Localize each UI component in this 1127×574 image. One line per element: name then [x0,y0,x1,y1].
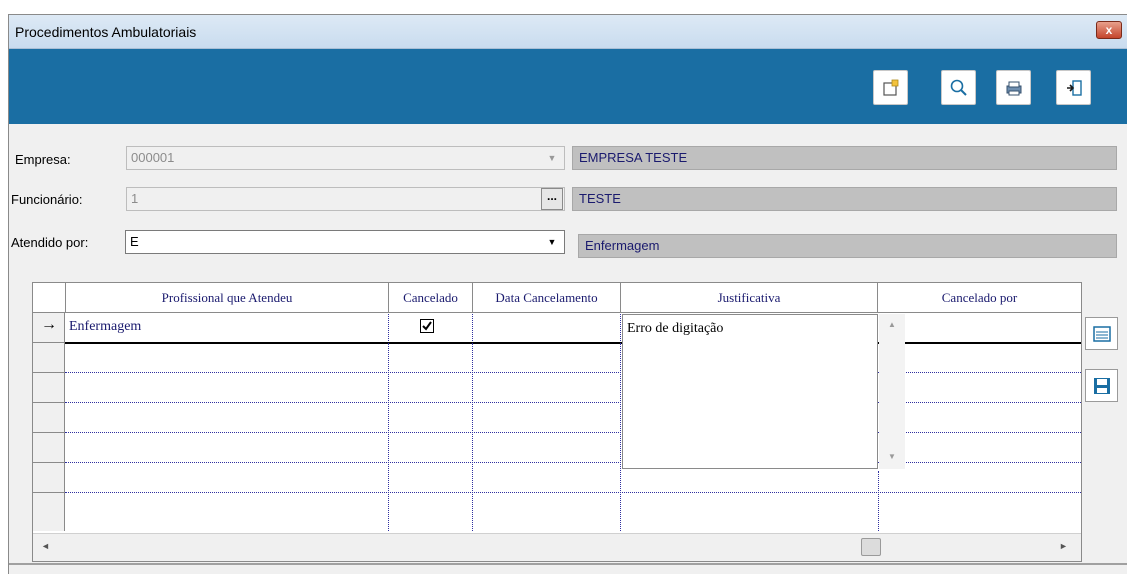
edit-icon [882,79,898,96]
save-icon [1093,377,1110,394]
indicator-divider [33,342,65,343]
grid-header: Profissional que Atendeu Cancelado Data … [33,283,1081,313]
column-divider [878,471,879,531]
list-icon [1092,325,1111,342]
indicator-divider [33,492,65,493]
cell-profissional[interactable]: Enfermagem [66,314,389,343]
row-divider [65,432,1081,433]
search-icon [950,79,967,96]
cell-cancelado-por[interactable] [904,314,1081,343]
header-cancelado[interactable]: Cancelado [389,283,473,313]
atendido-dropdown[interactable]: ▼ [542,231,562,253]
empresa-field[interactable]: 000001 [126,146,565,170]
header-profissional[interactable]: Profissional que Atendeu [66,283,389,313]
indicator-divider [33,402,65,403]
procedimentos-window: Procedimentos Ambulatoriais x Empresa: 0… [8,14,1127,574]
empresa-label: Empresa: [15,152,71,167]
scroll-down-icon[interactable]: ▼ [888,452,896,461]
print-button[interactable] [996,70,1031,105]
indicator-divider [33,432,65,433]
funcionario-description: TESTE [572,187,1117,211]
title-bar: Procedimentos Ambulatoriais x [9,15,1127,49]
row-divider [65,372,1081,373]
close-button[interactable]: x [1096,21,1122,39]
column-divider [472,343,473,531]
row-divider [65,342,1081,344]
atendido-field[interactable]: E [125,230,565,254]
toolbar [9,49,1127,124]
indicator-divider [33,462,65,463]
empresa-dropdown[interactable]: ▼ [542,147,562,169]
chevron-down-icon: ▼ [547,237,557,247]
header-data-cancelamento[interactable]: Data Cancelamento [473,283,621,313]
chevron-down-icon: ▼ [547,153,557,163]
close-icon: x [1105,23,1113,37]
row-divider [65,492,1081,493]
atendido-label: Atendido por: [11,235,89,250]
scroll-left-icon[interactable]: ◄ [41,541,50,551]
header-indicator [33,283,66,313]
horizontal-scrollbar[interactable]: ◄ ► [33,533,1081,561]
indicator-divider [33,372,65,373]
funcionario-lookup-button[interactable]: ... [541,188,563,210]
atendido-description: Enfermagem [578,234,1117,258]
cell-cancelado[interactable] [389,314,473,343]
funcionario-field[interactable]: 1 [126,187,565,211]
scroll-up-icon[interactable]: ▲ [888,320,896,329]
scroll-thumb[interactable] [861,538,881,556]
funcionario-label: Funcionário: [11,192,83,207]
row-divider [65,462,1081,463]
column-divider [388,343,389,531]
checkbox-checked-icon[interactable] [420,319,434,333]
table-row[interactable]: → Enfermagem [33,314,1081,343]
header-cancelado-por[interactable]: Cancelado por [878,283,1081,313]
procedimentos-grid[interactable]: Profissional que Atendeu Cancelado Data … [32,282,1082,562]
scroll-right-icon[interactable]: ► [1059,541,1068,551]
search-button[interactable] [941,70,976,105]
justificativa-memo[interactable]: Erro de digitação [622,314,878,469]
exit-icon [1066,79,1082,96]
print-icon [1006,81,1021,95]
bottom-divider [9,563,1127,565]
save-button[interactable] [1085,369,1118,402]
edit-button[interactable] [873,70,908,105]
row-indicator-arrow: → [41,316,57,333]
empresa-value: 000001 [131,150,175,165]
window-title: Procedimentos Ambulatoriais [15,24,197,40]
exit-button[interactable] [1056,70,1091,105]
column-divider [620,343,621,531]
row-divider [65,402,1081,403]
empresa-description: EMPRESA TESTE [572,146,1117,170]
memo-scrollbar[interactable]: ▲ ▼ [879,314,905,469]
header-justificativa[interactable]: Justificativa [621,283,878,313]
funcionario-value: 1 [131,191,139,206]
list-button[interactable] [1085,317,1118,350]
cell-data-cancelamento[interactable] [473,314,621,343]
atendido-value: E [130,234,139,249]
